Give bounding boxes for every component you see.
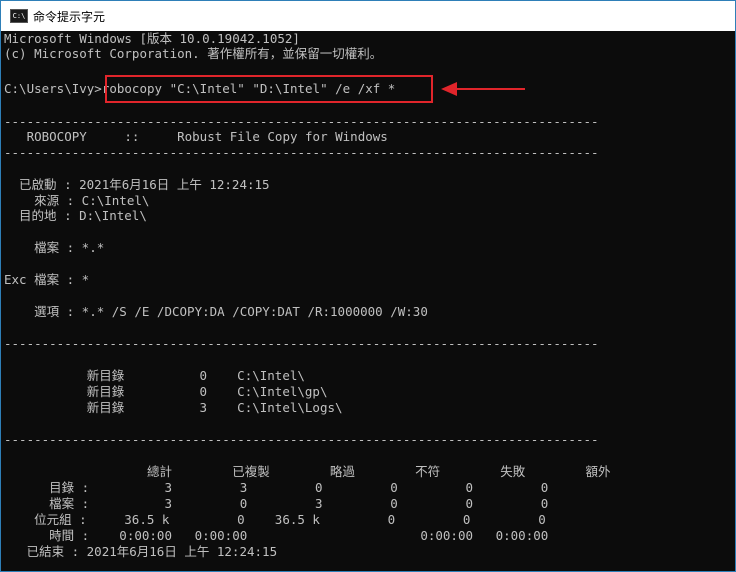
console-line: (c) Microsoft Corporation. 著作權所有，並保留一切權利… xyxy=(4,46,383,61)
cmd-app-icon: C:\ xyxy=(10,9,28,23)
title-bar[interactable]: C:\ 命令提示字元 xyxy=(1,1,735,31)
info-started: 已啟動 : 2021年6月16日 上午 12:24:15 xyxy=(4,177,270,192)
command-prompt-window: C:\ 命令提示字元 Microsoft Windows [版本 10.0.19… xyxy=(0,0,736,572)
summary-row-times: 時間 : 0:00:00 0:00:00 0:00:00 0:00:00 xyxy=(4,528,549,543)
info-exclude-files: Exc 檔案 : * xyxy=(4,272,90,287)
left-arrow-icon xyxy=(441,82,525,96)
summary-row-dirs: 目錄 : 3 3 0 0 0 0 xyxy=(4,480,549,495)
info-files: 檔案 : *.* xyxy=(4,240,105,255)
info-destination: 目的地 : D:\Intel\ xyxy=(4,208,147,223)
console-line: Microsoft Windows [版本 10.0.19042.1052] xyxy=(4,31,300,46)
new-dir-line: 新目錄 3 C:\Intel\Logs\ xyxy=(4,400,343,415)
new-dir-line: 新目錄 0 C:\Intel\gp\ xyxy=(4,384,328,399)
command-highlight-box xyxy=(105,75,433,103)
separator-line: ----------------------------------------… xyxy=(4,145,599,160)
separator-line: ----------------------------------------… xyxy=(4,336,599,351)
info-options: 選項 : *.* /S /E /DCOPY:DA /COPY:DAT /R:10… xyxy=(4,304,428,319)
summary-header: 總計 已複製 略過 不符 失敗 額外 xyxy=(4,464,611,479)
separator-line: ----------------------------------------… xyxy=(4,432,599,447)
summary-row-files: 檔案 : 3 0 3 0 0 0 xyxy=(4,496,549,511)
new-dir-line: 新目錄 0 C:\Intel\ xyxy=(4,368,305,383)
window-title: 命令提示字元 xyxy=(33,10,106,24)
info-source: 來源 : C:\Intel\ xyxy=(4,193,150,208)
info-ended: 已結束 : 2021年6月16日 上午 12:24:15 xyxy=(4,544,278,559)
robocopy-header: ROBOCOPY :: Robust File Copy for Windows xyxy=(4,129,388,144)
summary-row-bytes: 位元組 : 36.5 k 0 36.5 k 0 0 0 xyxy=(4,512,546,527)
separator-line: ----------------------------------------… xyxy=(4,114,599,129)
console-output[interactable]: Microsoft Windows [版本 10.0.19042.1052] (… xyxy=(1,31,735,571)
